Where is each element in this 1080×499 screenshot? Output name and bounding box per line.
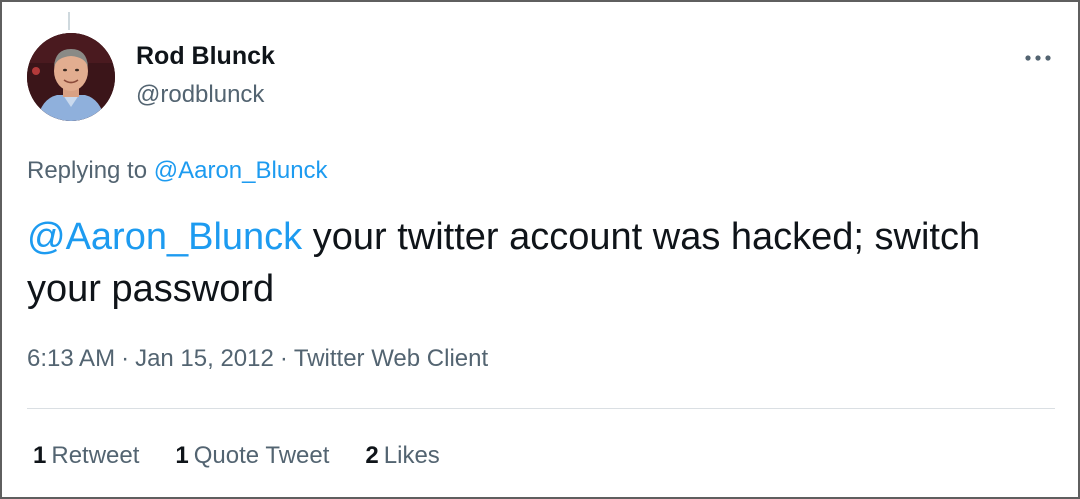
meta-separator: · [121,345,130,372]
retweet-count[interactable]: 1 Retweet [33,442,139,470]
replying-to-mention-link[interactable]: @Aaron_Blunck [154,157,328,184]
author-handle[interactable]: @rodblunck [136,81,264,109]
meta-separator: · [279,345,288,372]
tweet-mention-link[interactable]: @Aaron_Blunck [27,216,302,258]
likes-count-label: Likes [383,442,440,469]
quote-tweet-count[interactable]: 1 Quote Tweet [175,442,329,470]
tweet-date[interactable]: Jan 15, 2012 [135,345,274,372]
replying-to-label: Replying to [27,157,148,184]
quote-tweet-count-label: Quote Tweet [193,442,330,469]
tweet-metadata: 6:13 AM · Jan 15, 2012 · Twitter Web Client [27,345,488,373]
tweet-time[interactable]: 6:13 AM [27,345,115,372]
divider [27,408,1055,409]
more-options-button[interactable] [1018,46,1058,70]
thread-connector-line [68,12,70,30]
tweet-card: Rod Blunck @rodblunck Replying to @Aaron… [0,0,1080,499]
tweet-text: @Aaron_Blunck your twitter account was h… [27,211,1047,315]
quote-tweet-count-value: 1 [175,442,189,469]
likes-count[interactable]: 2 Likes [365,442,439,470]
tweet-stats: 1 Retweet 1 Quote Tweet 2 Likes [33,442,440,470]
replying-to-line: Replying to @Aaron_Blunck [27,157,328,185]
retweet-count-value: 1 [33,442,47,469]
likes-count-value: 2 [365,442,379,469]
more-horizontal-icon [1025,55,1051,61]
retweet-count-label: Retweet [51,442,140,469]
tweet-client: Twitter Web Client [293,345,489,372]
avatar-photo [27,33,115,121]
avatar[interactable] [27,33,115,121]
author-display-name[interactable]: Rod Blunck [136,42,275,71]
